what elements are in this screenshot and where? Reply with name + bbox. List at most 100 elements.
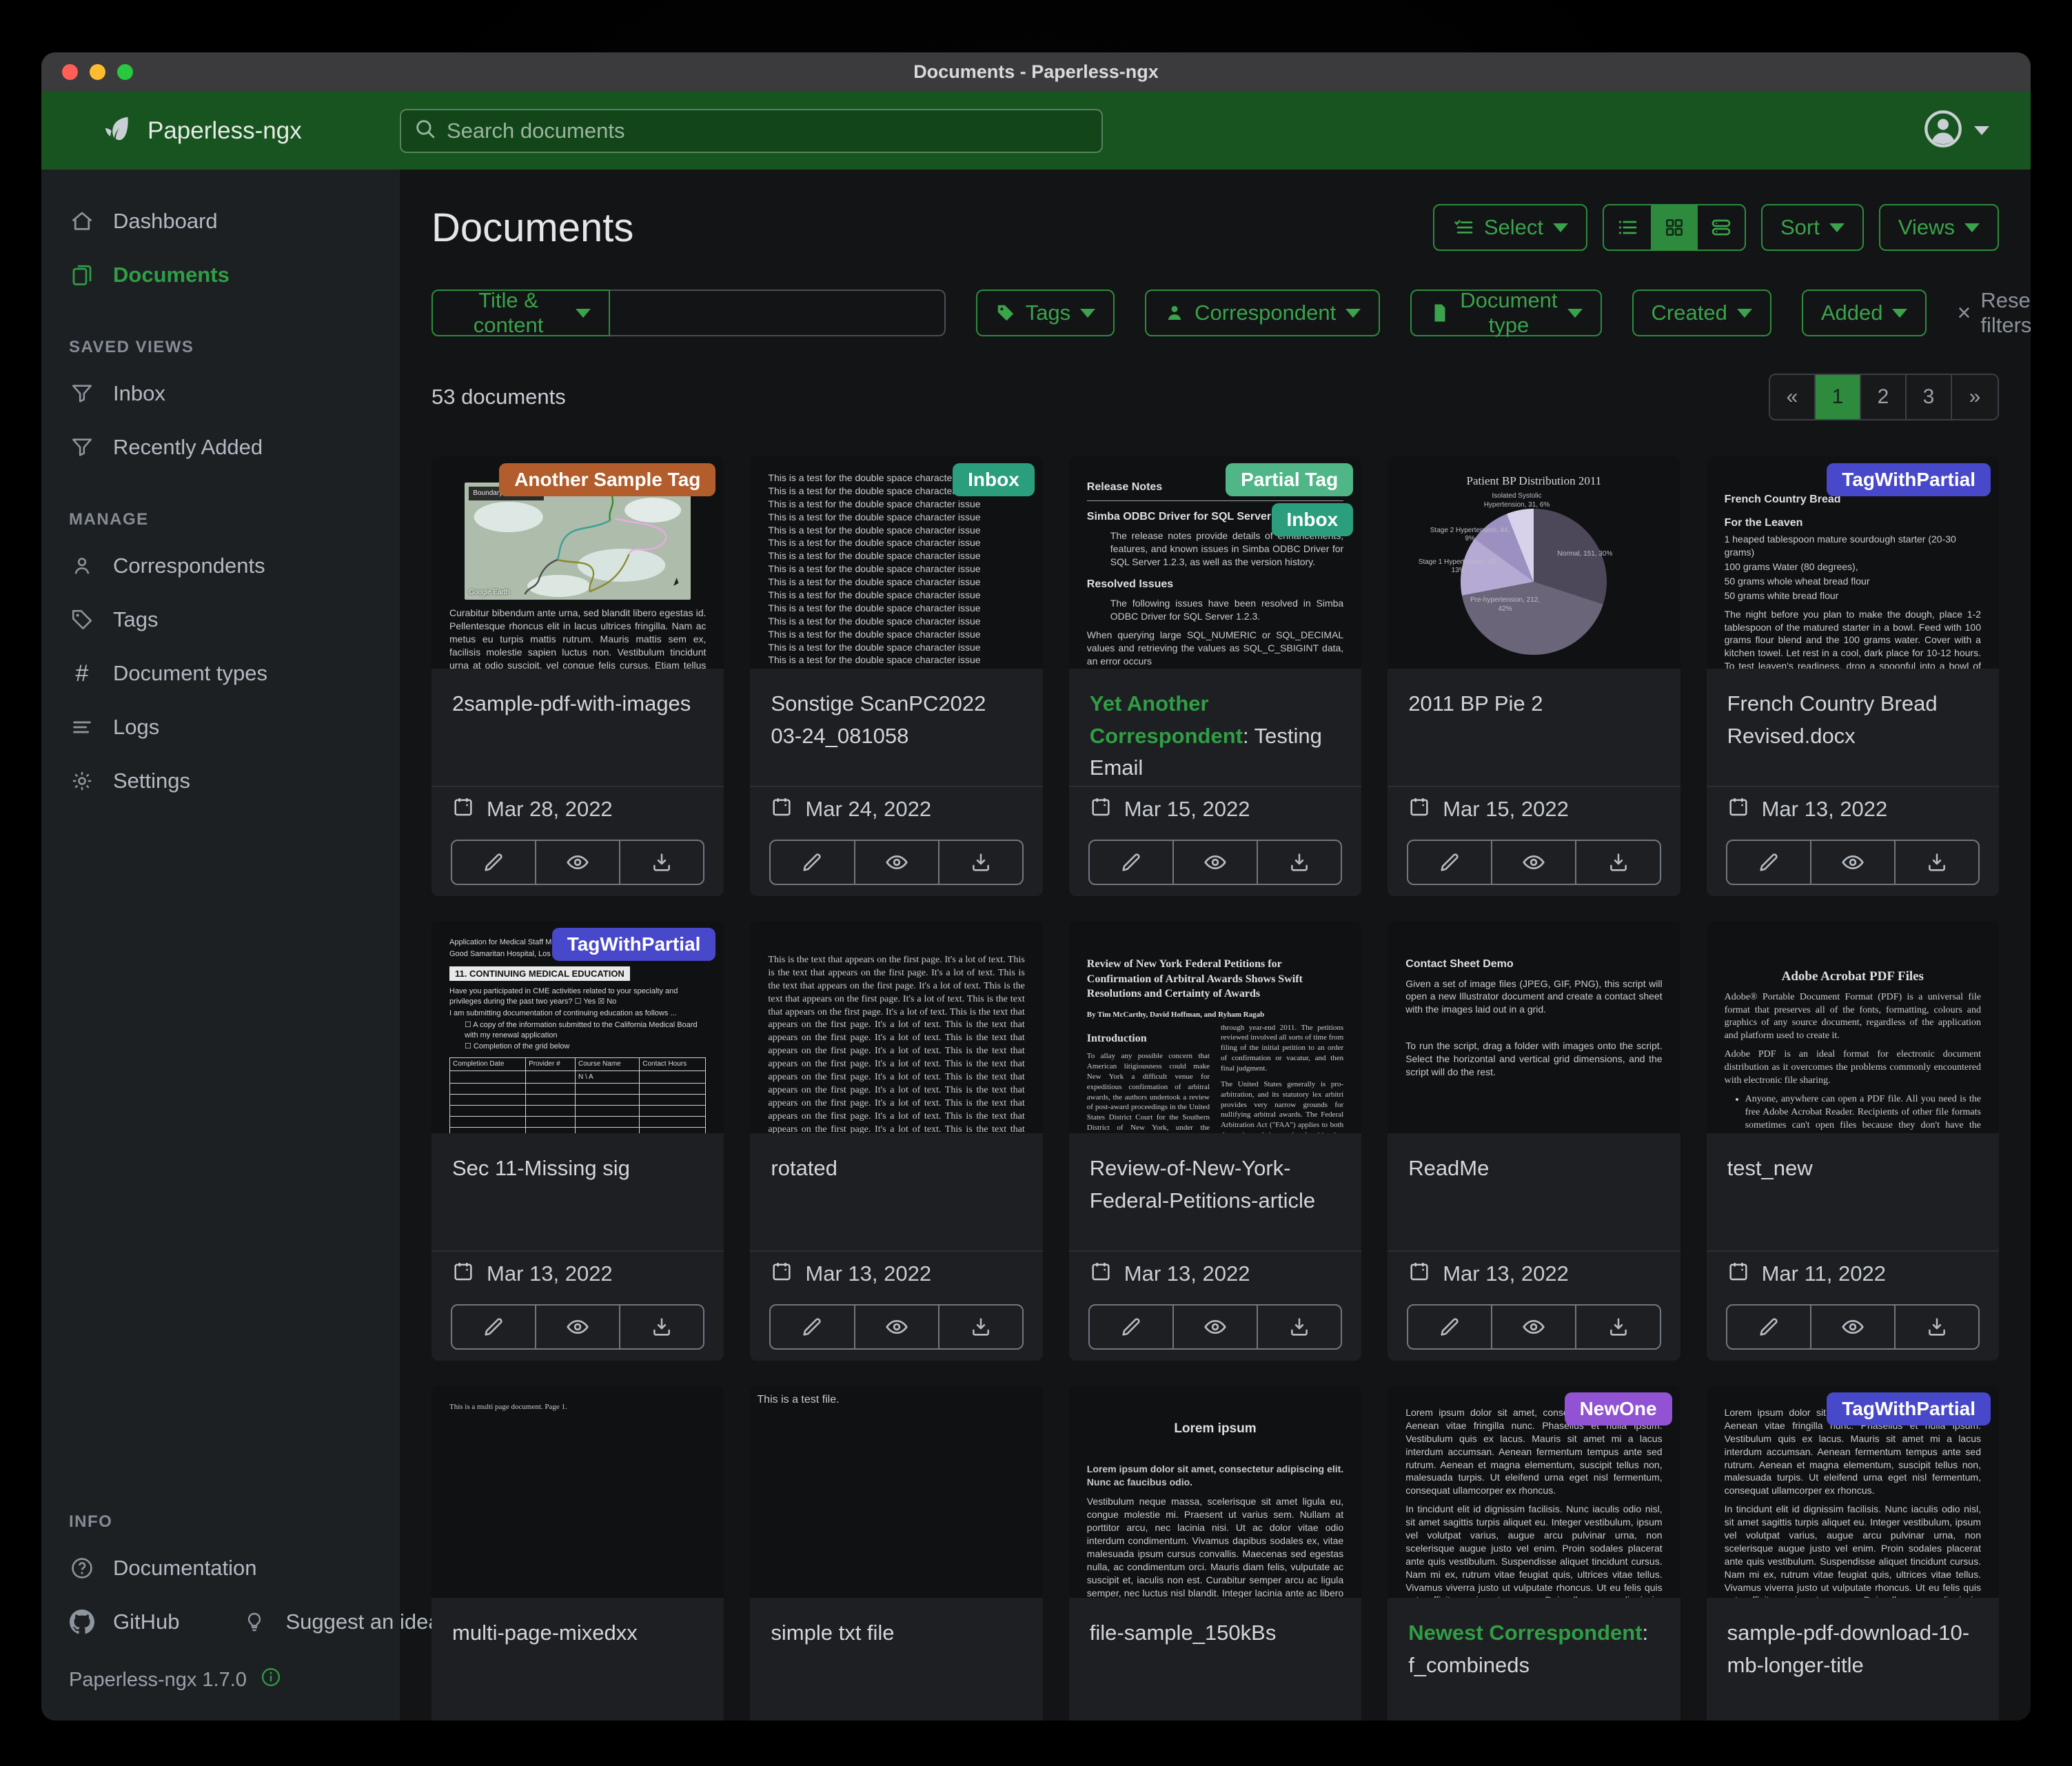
download-button[interactable]: [939, 1306, 1022, 1348]
download-button[interactable]: [620, 1306, 703, 1348]
card-title[interactable]: test_new: [1727, 1153, 1978, 1185]
sidebar-item-correspondents[interactable]: Correspondents: [41, 539, 400, 593]
edit-button[interactable]: [1727, 841, 1811, 884]
view-button[interactable]: [1174, 1306, 1258, 1348]
brand[interactable]: Paperless-ngx: [41, 113, 400, 148]
download-button[interactable]: [620, 841, 703, 884]
view-mode-list[interactable]: [1604, 205, 1651, 250]
document-card[interactable]: TagWithPartial Application for Medical S…: [431, 921, 724, 1361]
tag-badge[interactable]: Inbox: [953, 463, 1035, 496]
card-title[interactable]: Yet Another Correspondent: Testing Email: [1090, 688, 1341, 784]
document-thumbnail[interactable]: This is a multi page document. Page 1.: [431, 1386, 724, 1598]
document-thumbnail[interactable]: Review of New York Federal Petitions for…: [1069, 921, 1361, 1133]
close-window-button[interactable]: [62, 64, 78, 80]
document-card[interactable]: TagWithPartial French Country BreadFor t…: [1707, 456, 1999, 896]
card-title[interactable]: Sec 11-Missing sig: [452, 1153, 703, 1185]
edit-button[interactable]: [771, 1306, 855, 1348]
document-card[interactable]: This is the text that appears on the fir…: [750, 921, 1042, 1361]
document-card[interactable]: Adobe Acrobat PDF FilesAdobe® Portable D…: [1707, 921, 1999, 1361]
document-card[interactable]: Patient BP Distribution 2011Normal, 151,…: [1388, 456, 1680, 896]
view-button[interactable]: [1492, 1306, 1576, 1348]
document-card[interactable]: Partial TagInbox Release NotesSimba ODBC…: [1069, 456, 1361, 896]
document-card[interactable]: Contact Sheet DemoGiven a set of image f…: [1388, 921, 1680, 1361]
edit-button[interactable]: [1408, 1306, 1492, 1348]
select-button[interactable]: Select: [1433, 204, 1587, 251]
document-thumbnail[interactable]: Adobe Acrobat PDF FilesAdobe® Portable D…: [1707, 921, 1999, 1133]
page-button[interactable]: »: [1952, 375, 1998, 419]
title-content-dropdown[interactable]: Title & content: [431, 290, 610, 336]
document-type-filter-button[interactable]: Document type: [1410, 290, 1601, 336]
sidebar-item-inbox[interactable]: Inbox: [41, 367, 400, 420]
view-button[interactable]: [855, 841, 939, 884]
sidebar-item-settings[interactable]: Settings: [41, 754, 400, 808]
sidebar-item-logs[interactable]: Logs: [41, 700, 400, 754]
document-thumbnail[interactable]: Partial TagInbox Release NotesSimba ODBC…: [1069, 456, 1361, 669]
reset-filters-button[interactable]: × Reset filters: [1957, 288, 2031, 338]
minimize-window-button[interactable]: [90, 64, 105, 80]
edit-button[interactable]: [452, 841, 536, 884]
card-title[interactable]: sample-pdf-download-10-mb-longer-title: [1727, 1617, 1978, 1681]
sidebar-item-documents[interactable]: Documents: [41, 248, 400, 302]
document-card[interactable]: Lorem ipsumLorem ipsum dolor sit amet, c…: [1069, 1386, 1361, 1721]
document-thumbnail[interactable]: TagWithPartial French Country BreadFor t…: [1707, 456, 1999, 669]
document-thumbnail[interactable]: Inbox This is a test for the double spac…: [750, 456, 1042, 669]
document-card[interactable]: This is a multi page document. Page 1. m…: [431, 1386, 724, 1721]
sidebar-item-documentation[interactable]: Documentation: [41, 1541, 400, 1595]
tag-badge[interactable]: TagWithPartial: [1827, 463, 1991, 496]
page-button[interactable]: 2: [1861, 375, 1907, 419]
document-card[interactable]: Review of New York Federal Petitions for…: [1069, 921, 1361, 1361]
document-thumbnail[interactable]: Contact Sheet DemoGiven a set of image f…: [1388, 921, 1680, 1133]
view-mode-grid[interactable]: [1651, 205, 1698, 250]
download-button[interactable]: [939, 841, 1022, 884]
user-menu[interactable]: [1923, 109, 1989, 152]
card-title[interactable]: multi-page-mixedxx: [452, 1617, 703, 1650]
info-circle-icon[interactable]: [261, 1667, 281, 1693]
card-correspondent[interactable]: Yet Another Correspondent: [1090, 691, 1243, 748]
download-button[interactable]: [1896, 841, 1978, 884]
zoom-window-button[interactable]: [117, 64, 133, 80]
tag-badge[interactable]: Partial Tag: [1226, 463, 1353, 496]
tag-badge[interactable]: TagWithPartial: [1827, 1392, 1991, 1425]
document-card[interactable]: TagWithPartial Lorem ipsum dolor sit ame…: [1707, 1386, 1999, 1721]
card-title[interactable]: French Country Bread Revised.docx: [1727, 688, 1978, 752]
edit-button[interactable]: [771, 841, 855, 884]
tags-filter-button[interactable]: Tags: [976, 290, 1115, 336]
document-card[interactable]: NewOne Lorem ipsum dolor sit amet, conse…: [1388, 1386, 1680, 1721]
edit-button[interactable]: [1408, 841, 1492, 884]
card-title[interactable]: Review-of-New-York-Federal-Petitions-art…: [1090, 1153, 1341, 1217]
document-card[interactable]: Inbox This is a test for the double spac…: [750, 456, 1042, 896]
document-thumbnail[interactable]: Lorem ipsumLorem ipsum dolor sit amet, c…: [1069, 1386, 1361, 1598]
added-filter-button[interactable]: Added: [1802, 290, 1927, 336]
page-button[interactable]: 1: [1816, 375, 1861, 419]
sidebar-item-tags[interactable]: Tags: [41, 593, 400, 647]
sidebar-item-recently-added[interactable]: Recently Added: [41, 420, 400, 474]
global-search[interactable]: [400, 109, 1103, 153]
document-thumbnail[interactable]: This is a test file.: [750, 1386, 1042, 1598]
tag-badge[interactable]: TagWithPartial: [552, 928, 716, 961]
card-title[interactable]: file-sample_150kBs: [1090, 1617, 1341, 1650]
views-button[interactable]: Views: [1879, 204, 1999, 251]
card-title[interactable]: Newest Correspondent: f_combineds: [1408, 1617, 1659, 1681]
card-title[interactable]: Sonstige ScanPC2022 03-24_081058: [771, 688, 1022, 752]
sort-button[interactable]: Sort: [1761, 204, 1864, 251]
sidebar-item-dashboard[interactable]: Dashboard: [41, 194, 400, 248]
download-button[interactable]: [1258, 841, 1341, 884]
sidebar-item-github[interactable]: GitHub: [41, 1595, 189, 1649]
search-input[interactable]: [447, 119, 1089, 143]
tag-badge[interactable]: Inbox: [1272, 503, 1354, 536]
download-button[interactable]: [1258, 1306, 1341, 1348]
document-card[interactable]: Another Sample Tag Boundary Waters TripG…: [431, 456, 724, 896]
document-thumbnail[interactable]: TagWithPartial Application for Medical S…: [431, 921, 724, 1133]
view-button[interactable]: [855, 1306, 939, 1348]
card-title[interactable]: simple txt file: [771, 1617, 1022, 1650]
card-title[interactable]: ReadMe: [1408, 1153, 1659, 1185]
document-thumbnail[interactable]: TagWithPartial Lorem ipsum dolor sit ame…: [1707, 1386, 1999, 1598]
title-content-input[interactable]: [610, 290, 946, 336]
edit-button[interactable]: [452, 1306, 536, 1348]
document-thumbnail[interactable]: NewOne Lorem ipsum dolor sit amet, conse…: [1388, 1386, 1680, 1598]
view-button[interactable]: [536, 1306, 620, 1348]
view-button[interactable]: [1811, 841, 1896, 884]
page-button[interactable]: 3: [1907, 375, 1952, 419]
document-card[interactable]: This is a test file. simple txt file: [750, 1386, 1042, 1721]
view-button[interactable]: [1811, 1306, 1896, 1348]
